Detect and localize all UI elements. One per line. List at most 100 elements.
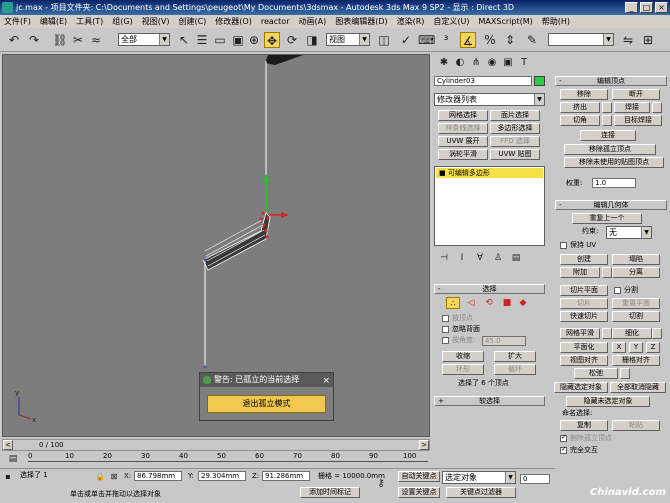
minimize-button[interactable]: _ [625, 2, 638, 13]
menu-modifiers[interactable]: 修改器(O) [215, 15, 252, 28]
polygon-mode-icon[interactable]: ■ [500, 297, 514, 309]
hide-unselected-button[interactable]: 隐藏未选定对象 [566, 396, 650, 407]
repeat-last-button[interactable]: 重复上一个 [572, 213, 642, 224]
selection-rollout-header[interactable]: - 选择 [434, 284, 545, 294]
unlink-icon[interactable]: ✂ [70, 32, 86, 48]
rect-selection-icon[interactable]: ▭ [212, 32, 228, 48]
display-tab-icon[interactable]: ▣ [500, 55, 516, 71]
uvw-map-button[interactable]: UVW 贴图 [490, 149, 540, 160]
maximize-button[interactable]: □ [640, 2, 653, 13]
unwrap-uvw-button[interactable]: UVW 展开 [438, 136, 488, 147]
mirror-icon[interactable]: ⇋ [620, 32, 636, 48]
remove-isolated-button[interactable]: 移除孤立顶点 [564, 144, 656, 155]
delete-isolated-checkbox[interactable] [560, 433, 567, 442]
by-angle-checkbox[interactable] [442, 337, 449, 344]
menu-reactor[interactable]: reactor [261, 15, 290, 28]
keyboard-shortcut-icon[interactable]: ⌨ [418, 32, 435, 48]
add-time-tag-button[interactable]: 添加时间标记 [300, 487, 360, 498]
attach-button[interactable]: 附加 [560, 267, 600, 278]
next-frame-button[interactable]: > [419, 440, 429, 450]
set-key-button[interactable]: 设置关键点 [398, 487, 440, 498]
edge-mode-icon[interactable]: ◁ [464, 297, 478, 309]
stack-item-editable-poly[interactable]: ■ 可编辑多边形 [436, 168, 543, 178]
border-mode-icon[interactable]: ⟲ [482, 297, 496, 309]
patch-select-button[interactable]: 面片选择 [490, 110, 540, 121]
y-coordinate-field[interactable]: 29.304mm [198, 471, 246, 481]
align-icon[interactable]: ⊞ [640, 32, 656, 48]
constraints-dropdown[interactable]: 无 ▼ [606, 226, 652, 239]
remove-unused-map-verts-button[interactable]: 移除未使用的贴图顶点 [564, 157, 664, 168]
ffd-select-button[interactable]: FFD 选择 [490, 136, 540, 147]
menu-edit[interactable]: 编辑(E) [40, 15, 67, 28]
vertex-mode-icon[interactable]: ∴ [446, 297, 460, 309]
menu-tools[interactable]: 工具(T) [76, 15, 103, 28]
selection-lock-icon[interactable]: 🔒 [94, 471, 106, 483]
modify-tab-icon[interactable]: ◐ [452, 55, 468, 71]
connect-button[interactable]: 连接 [580, 130, 636, 141]
poly-select-button[interactable]: 多边形选择 [490, 123, 540, 134]
target-weld-button[interactable]: 目标焊接 [614, 115, 662, 126]
named-selection-sets-dropdown[interactable]: ▼ [548, 33, 614, 46]
select-move-icon[interactable]: ⊕ [246, 32, 262, 48]
extrude-settings-button[interactable] [602, 102, 612, 113]
relax-button[interactable]: 松弛 [574, 368, 618, 379]
hierarchy-tab-icon[interactable]: ⋔ [468, 55, 484, 71]
remove-modifier-icon[interactable]: ♙ [490, 250, 506, 266]
edit-vertices-rollout-header[interactable]: - 编辑顶点 [555, 76, 667, 86]
configure-sets-icon[interactable]: ▤ [508, 250, 524, 266]
make-planar-button[interactable]: 平面化 [560, 342, 608, 353]
grid-align-button[interactable]: 栅格对齐 [612, 355, 660, 366]
make-unique-icon[interactable]: ∀ [472, 250, 488, 266]
select-manipulate-icon[interactable]: ✓ [398, 32, 414, 48]
weld-button[interactable]: 焊接 [614, 102, 650, 113]
edit-geometry-rollout-header[interactable]: - 编辑几何体 [555, 200, 667, 210]
prev-frame-button[interactable]: < [3, 440, 13, 450]
copy-button[interactable]: 复制 [560, 420, 608, 431]
menu-maxscript[interactable]: MAXScript(M) [479, 15, 533, 28]
maxscript-listener-icon[interactable]: ▪ [2, 471, 14, 483]
exit-isolation-button[interactable]: 退出孤立模式 [207, 395, 326, 413]
track-bar[interactable]: ▤ 0 10 20 30 40 50 60 70 80 90 100 [0, 452, 555, 467]
pin-stack-icon[interactable]: ⊣ [436, 250, 452, 266]
menu-file[interactable]: 文件(F) [4, 15, 31, 28]
menu-help[interactable]: 帮助(H) [542, 15, 570, 28]
relax-settings-button[interactable] [620, 368, 630, 379]
pivot-center-icon[interactable]: ◫ [376, 32, 392, 48]
move-icon[interactable]: ✥ [264, 32, 280, 48]
weld-settings-button[interactable] [652, 102, 662, 113]
dialog-close-button[interactable]: × [322, 374, 330, 388]
key-filters-button[interactable]: 关键点过滤器 [446, 487, 516, 498]
slice-plane-button[interactable]: 切片平面 [560, 285, 608, 296]
loop-button[interactable]: 循环 [494, 364, 536, 375]
percent-snap-icon[interactable]: % [482, 32, 498, 48]
create-button[interactable]: 创建 [560, 254, 608, 265]
mesh-select-button[interactable]: 网格选择 [438, 110, 488, 121]
planar-x-button[interactable]: X [612, 342, 626, 353]
named-sel-edit-icon[interactable]: ✎ [524, 32, 540, 48]
modifier-list-dropdown[interactable]: 修改器列表 ▼ [434, 93, 545, 106]
menu-create[interactable]: 创建(C) [178, 15, 206, 28]
key-icon[interactable]: ⚷ [374, 477, 388, 491]
absolute-mode-icon[interactable]: ⊠ [108, 471, 120, 483]
paste-button[interactable]: 粘贴 [612, 420, 660, 431]
tessellate-button[interactable]: 细化 [612, 328, 652, 339]
reset-plane-button[interactable]: 重置平面 [612, 298, 660, 309]
quickslice-button[interactable]: 快速切片 [560, 311, 608, 322]
spinner-snap-icon[interactable]: ⇕ [502, 32, 518, 48]
expand-icon[interactable]: ■ [439, 169, 446, 177]
selection-set-dropdown[interactable]: 选定对象 ▼ [442, 471, 516, 484]
curve-editor-icon[interactable]: ▤ [6, 452, 20, 466]
preserve-uv-checkbox[interactable] [560, 242, 567, 249]
z-coordinate-field[interactable]: 91.286mm [262, 471, 310, 481]
remove-button[interactable]: 移除 [560, 89, 608, 100]
cut-button[interactable]: 切割 [612, 311, 660, 322]
menu-customize[interactable]: 自定义(U) [433, 15, 469, 28]
unhide-all-button[interactable]: 全部取消隐藏 [610, 382, 666, 393]
time-slider[interactable]: < 0 / 100 > [2, 439, 430, 451]
planar-y-button[interactable]: Y [629, 342, 643, 353]
collapse-button[interactable]: 塌陷 [612, 254, 660, 265]
close-button[interactable]: × [655, 2, 668, 13]
select-link-icon[interactable]: ⛓ [52, 32, 68, 48]
turbosmooth-button[interactable]: 涡轮平滑 [438, 149, 488, 160]
angle-snap-icon[interactable]: ∡ [460, 32, 476, 48]
